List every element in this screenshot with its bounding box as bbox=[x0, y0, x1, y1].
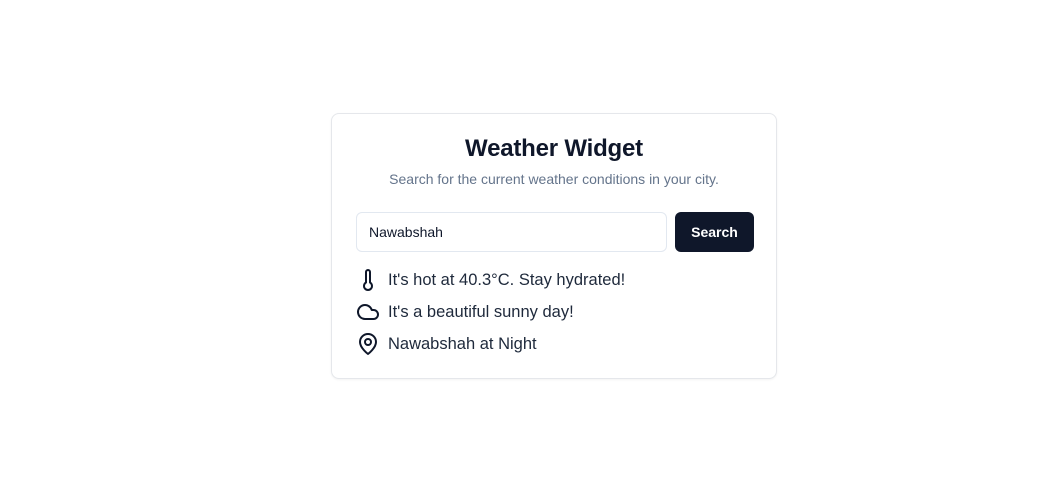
location-row: Nawabshah at Night bbox=[356, 332, 754, 356]
temperature-text: It's hot at 40.3°C. Stay hydrated! bbox=[388, 270, 626, 289]
cloud-icon bbox=[356, 300, 380, 324]
search-button[interactable]: Search bbox=[675, 212, 754, 252]
widget-subtitle: Search for the current weather condition… bbox=[389, 171, 719, 187]
condition-row: It's a beautiful sunny day! bbox=[356, 300, 754, 324]
thermometer-icon bbox=[356, 268, 380, 292]
search-row: Search bbox=[356, 212, 754, 252]
condition-text: It's a beautiful sunny day! bbox=[388, 302, 574, 321]
widget-title: Weather Widget bbox=[465, 135, 643, 162]
weather-info-list: It's hot at 40.3°C. Stay hydrated! It's … bbox=[356, 268, 754, 364]
location-text: Nawabshah at Night bbox=[388, 334, 537, 353]
city-search-input[interactable] bbox=[356, 212, 667, 252]
map-pin-icon bbox=[356, 332, 380, 356]
weather-widget-card: Weather Widget Search for the current we… bbox=[331, 113, 777, 379]
temperature-row: It's hot at 40.3°C. Stay hydrated! bbox=[356, 268, 754, 292]
